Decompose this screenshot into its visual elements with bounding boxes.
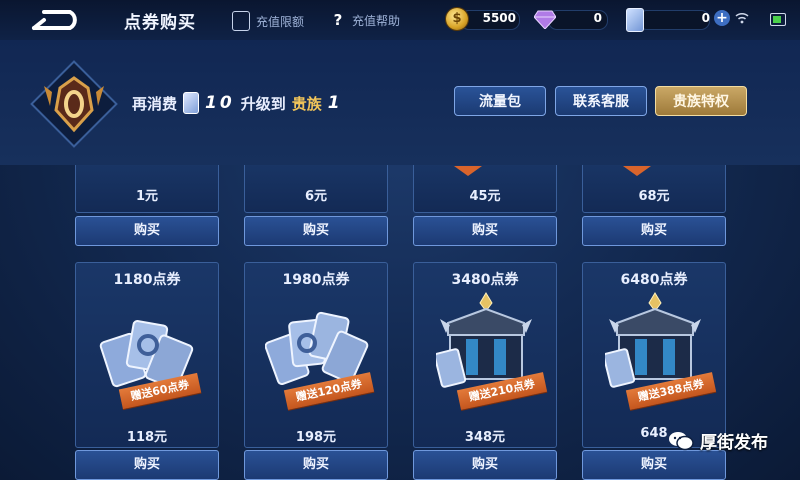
ticket-icon [183,92,200,114]
product-card[interactable]: 1180点券 赠送60点券 118元 [75,262,219,448]
noble-privilege-button[interactable]: 贵族特权 [655,86,747,116]
recharge-limit-label: 充值限额 [256,14,305,29]
back-arrow-icon [32,10,77,30]
wifi-icon [735,12,749,24]
price-label: 45元 [469,189,501,204]
chat-bubble-icon [669,431,694,450]
vip-progress-text: 再消费 10 升级到 贵族 1 [132,92,340,114]
diamond-icon [534,10,556,29]
coin-counter: $ 5500 [446,8,520,30]
vip-mid: 升级到 [240,94,286,113]
amount-label: 3480点券 [451,272,519,288]
coin-icon: $ [446,8,468,30]
recharge-help-label: 充值帮助 [352,13,401,28]
price-label: 118元 [126,430,168,445]
ticket-value: 0 [701,11,710,25]
add-ticket-button[interactable]: + [714,10,730,26]
buy-button[interactable]: 购买 [244,216,388,246]
amount-label: 6480点券 [620,272,688,288]
product-card[interactable]: 1元 [75,165,219,213]
product-card[interactable]: 3480点券 赠送210点券 348元 [413,262,557,448]
price-label: 68元 [638,189,670,204]
question-icon: ? [333,11,343,29]
noble-emblem-icon [30,60,118,148]
buy-button[interactable]: 购买 [413,216,557,246]
price-label: 6元 [304,189,328,204]
product-card[interactable]: 45元 [413,165,557,213]
buy-button[interactable]: 购买 [244,450,388,480]
watermark: 厚街发布 [668,428,768,453]
watermark-text: 厚街发布 [700,433,768,453]
gem-counter: 0 [534,8,608,30]
price-label: 348元 [464,430,506,445]
ribbon-tail [454,166,482,176]
top-bar: 点券购买 充值限额 ? 充值帮助 $ 5500 0 0 + [0,0,800,41]
page-title: 点券购买 [124,13,196,33]
gem-value: 0 [593,11,602,25]
product-card[interactable]: 1980点券 赠送120点券 198元 [244,262,388,448]
recharge-limit-link[interactable]: 充值限额 [232,11,304,31]
buy-button[interactable]: 购买 [413,450,557,480]
customer-service-button[interactable]: 联系客服 [555,86,647,116]
data-pack-button[interactable]: 流量包 [454,86,546,116]
recharge-help-link[interactable]: ? 充值帮助 [330,11,400,29]
product-card[interactable]: 68元 [582,165,726,213]
ticket-icon [626,8,644,32]
ribbon-tail [623,166,651,176]
battery-icon [770,13,786,26]
product-card[interactable]: 6480点券 赠送388点券 648 [582,262,726,448]
vip-amount: 10 [205,93,235,113]
price-label: 1元 [135,189,159,204]
card-icon [232,11,250,31]
vip-prefix: 再消费 [132,94,178,113]
product-card[interactable]: 6元 [244,165,388,213]
price-label: 198元 [295,430,337,445]
back-button[interactable] [26,6,90,34]
amount-label: 1180点券 [113,272,181,288]
buy-button[interactable]: 购买 [75,450,219,480]
buy-button[interactable]: 购买 [582,216,726,246]
buy-button[interactable]: 购买 [582,450,726,480]
amount-label: 1980点券 [282,272,350,288]
coin-value: 5500 [482,11,516,25]
vip-level: 1 [327,93,340,113]
buy-button[interactable]: 购买 [75,216,219,246]
vip-rank: 贵族 [291,94,322,113]
